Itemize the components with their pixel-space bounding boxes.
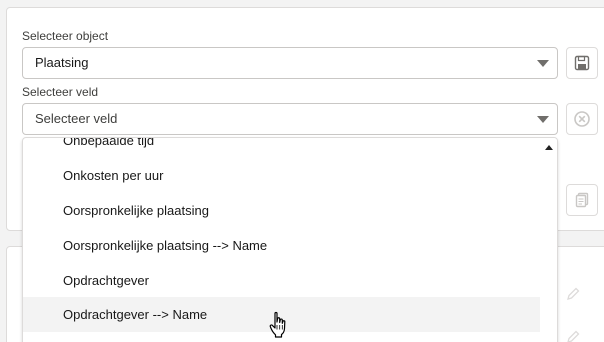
clear-icon [574,111,590,127]
dropdown-option[interactable]: Onbepaalde tijd [23,138,541,158]
save-button[interactable] [566,47,598,79]
field-dropdown-listbox[interactable]: Onbepaalde tijd Onkosten per uur Oorspro… [22,137,558,342]
chevron-down-icon [537,60,549,67]
scroll-up-arrow-icon[interactable] [545,145,553,150]
object-select[interactable]: Plaatsing [22,47,558,79]
pencil-icon[interactable] [566,330,580,342]
field-select-placeholder: Selecteer veld [35,111,118,126]
pencil-icon[interactable] [566,287,580,301]
dropdown-scrollbar[interactable] [540,138,557,342]
object-select-value: Plaatsing [35,55,89,70]
hand-pointer-icon [269,311,286,338]
field-label: Selecteer veld [22,85,99,99]
copy-icon [575,192,589,208]
clear-button[interactable] [566,103,598,135]
dropdown-option[interactable]: Oorspronkelijke plaatsing [23,193,541,228]
page: Selecteer object Plaatsing Selecteer vel… [0,0,604,342]
copy-button[interactable] [566,184,598,216]
chevron-down-icon [537,116,549,123]
dropdown-option[interactable]: Opdrachtgever [23,263,541,298]
dropdown-option[interactable]: Oorspronkelijke plaatsing --> Name [23,228,541,263]
save-icon [574,55,590,71]
object-label: Selecteer object [22,29,109,43]
dropdown-option[interactable]: Onkosten per uur [23,158,541,193]
field-select[interactable]: Selecteer veld [22,103,558,135]
